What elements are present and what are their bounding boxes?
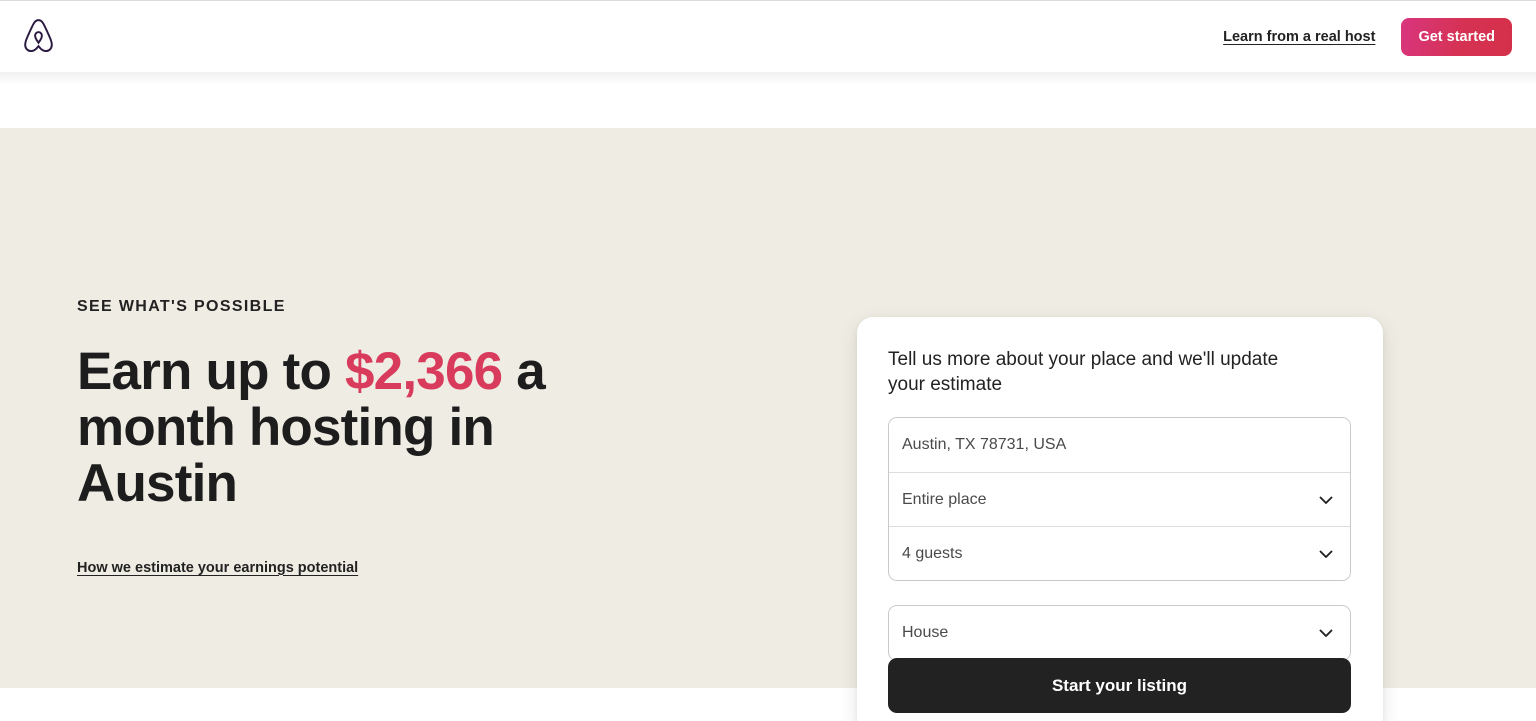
page-root: Learn from a real host Get started SEE W… bbox=[0, 0, 1536, 721]
estimate-card: Tell us more about your place and we'll … bbox=[857, 317, 1383, 721]
headline-amount: $2,366 bbox=[344, 342, 503, 401]
property-type-field-inner[interactable]: House bbox=[889, 606, 1350, 660]
header-actions: Learn from a real host Get started bbox=[1223, 1, 1512, 72]
header-shadow bbox=[0, 72, 1536, 86]
site-header: Learn from a real host Get started bbox=[0, 1, 1536, 72]
property-type-field-value: House bbox=[902, 624, 949, 641]
how-we-estimate-link[interactable]: How we estimate your earnings potential bbox=[77, 560, 358, 576]
property-type-field[interactable]: House bbox=[888, 605, 1351, 661]
hero-copy: SEE WHAT'S POSSIBLE Earn up to $2,366 a … bbox=[77, 298, 717, 577]
location-field[interactable]: Austin, TX 78731, USA bbox=[889, 418, 1350, 472]
estimate-card-title: Tell us more about your place and we'll … bbox=[888, 349, 1279, 396]
location-field-value: Austin, TX 78731, USA bbox=[902, 436, 1067, 453]
hero-section: SEE WHAT'S POSSIBLE Earn up to $2,366 a … bbox=[0, 128, 1536, 721]
estimate-field-group: Austin, TX 78731, USA Entire place 4 gue… bbox=[888, 417, 1351, 581]
guests-field-value: 4 guests bbox=[902, 544, 963, 562]
learn-from-a-real-host-link[interactable]: Learn from a real host bbox=[1223, 29, 1375, 45]
guests-field[interactable]: 4 guests bbox=[889, 526, 1350, 580]
airbnb-belo-logo[interactable] bbox=[22, 16, 58, 56]
hero-eyebrow: SEE WHAT'S POSSIBLE bbox=[77, 298, 286, 315]
start-your-listing-button[interactable]: Start your listing bbox=[888, 658, 1351, 713]
place-type-field-value: Entire place bbox=[902, 490, 987, 508]
page-title: Earn up to $2,366 a month hosting in Aus… bbox=[77, 342, 637, 513]
get-started-button[interactable]: Get started bbox=[1401, 17, 1512, 56]
chevron-down-icon bbox=[1319, 550, 1333, 558]
chevron-down-icon bbox=[1319, 629, 1333, 637]
headline-prefix: Earn up to bbox=[77, 342, 345, 401]
chevron-down-icon bbox=[1319, 496, 1333, 504]
place-type-field[interactable]: Entire place bbox=[889, 472, 1350, 526]
